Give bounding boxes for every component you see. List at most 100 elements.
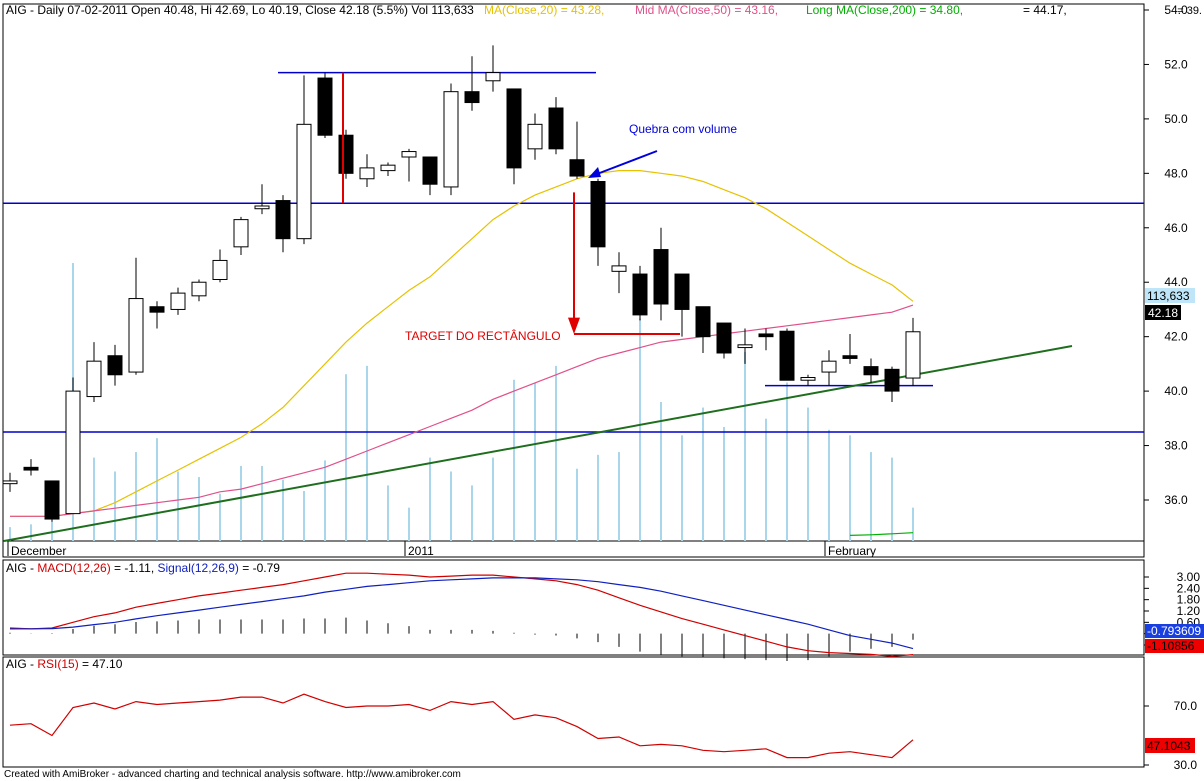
breakout-arrow-head — [588, 167, 601, 178]
header-corner-value: = 39. — [1177, 5, 1202, 17]
date-axis: December 2011 February — [7, 541, 876, 558]
candle-body — [359, 167, 375, 180]
rsi-title: AIG - RSI(15) = 47.10 — [6, 657, 123, 671]
volume-bar — [492, 457, 494, 541]
candle-body — [107, 355, 123, 376]
ma-line-2 — [849, 532, 914, 536]
volume-bar — [345, 374, 347, 541]
date-tick-label: February — [828, 544, 876, 558]
header-ma-mid: Mid MA(Close,50) = 43.16, — [635, 3, 778, 17]
header-info: AIG - Daily 07-02-2011 Open 40.48, Hi 42… — [6, 3, 474, 17]
candle-body — [737, 344, 753, 349]
volume-bar — [786, 382, 788, 541]
signal-badge: -0.793609 — [1147, 624, 1201, 638]
candle-body — [254, 205, 270, 210]
candle-body — [317, 77, 333, 136]
price-tick-label: 52.0 — [1164, 57, 1188, 71]
candle-body — [506, 88, 522, 169]
candle-body — [863, 366, 879, 376]
macd-symbol: AIG — [6, 561, 27, 575]
candle-body — [191, 281, 207, 297]
volume-bar — [156, 438, 158, 541]
rsi-tick-label: 30.0 — [1174, 758, 1198, 772]
candle-body — [170, 292, 186, 310]
rsi-panel: 70.0 30.0 47.1043 — [9, 693, 1198, 772]
candle-body — [758, 333, 774, 338]
volume-bar — [93, 457, 95, 541]
candle-body — [590, 181, 606, 248]
volume-bar — [135, 452, 137, 541]
price-tick-label: 48.0 — [1164, 166, 1188, 180]
candle-body — [86, 360, 102, 398]
target-arrow-head — [568, 317, 580, 334]
volume-bar — [912, 507, 914, 541]
macd-title: AIG - MACD(12,26) = -1.11, Signal(12,26,… — [6, 561, 280, 575]
candle-body — [233, 219, 249, 248]
candle-body — [422, 156, 438, 185]
volume-bar — [30, 524, 32, 541]
volume-bar — [723, 427, 725, 541]
volume-bar — [681, 435, 683, 541]
volume-bar — [828, 429, 830, 541]
candle-body — [128, 298, 144, 373]
candle-body — [569, 159, 585, 177]
volume-badge: 113,633 — [1147, 289, 1190, 303]
volume-bar — [177, 471, 179, 541]
candle-body — [2, 480, 18, 485]
candle-body — [653, 249, 669, 305]
candle-body — [212, 259, 228, 281]
candle-body — [401, 151, 417, 158]
ma-line-0 — [10, 170, 914, 517]
candle-body — [842, 355, 858, 359]
volume-bar — [849, 435, 851, 541]
candle-body — [800, 377, 816, 381]
header-ma-short: MA(Close,20) = 43.28, — [484, 3, 604, 17]
date-tick-label: 2011 — [408, 544, 434, 558]
volume-bar — [198, 477, 200, 541]
volume-bar — [744, 351, 746, 541]
price-tick-label: 44.0 — [1164, 275, 1188, 289]
volume-bar — [639, 318, 641, 541]
volume-bar — [765, 418, 767, 541]
volume-bar — [324, 460, 326, 541]
candle-body — [716, 322, 732, 354]
candle-body — [821, 360, 837, 373]
date-tick-label: December — [11, 544, 66, 558]
candle-body — [65, 390, 81, 515]
volume-bar — [471, 485, 473, 541]
signal-label: Signal(12,26,9) — [158, 561, 239, 575]
header-extra: = 44.17, — [1023, 3, 1067, 17]
rsi-badge: 47.1043 — [1147, 739, 1191, 753]
price-tick-label: 50.0 — [1164, 112, 1188, 126]
volume-bar — [660, 402, 662, 541]
candle-body — [380, 164, 396, 172]
volume-bar — [513, 379, 515, 541]
volume-bar — [891, 457, 893, 541]
candle-body — [548, 107, 564, 150]
header-ma-long: Long MA(Close,200) = 34.80, — [806, 3, 963, 17]
volume-bar — [114, 471, 116, 541]
volume-bar — [261, 465, 263, 541]
candles — [2, 45, 921, 522]
candle-body — [296, 123, 312, 240]
volume-bar — [870, 452, 872, 541]
candle-body — [611, 265, 627, 272]
chart: 36.038.040.042.044.046.048.050.052.054.0… — [2, 3, 1204, 780]
macd-badge: -1.10856 — [1147, 639, 1195, 653]
candle-body — [884, 368, 900, 392]
rsi-panel-frame — [2, 656, 1145, 768]
rsi-tick-label: 70.0 — [1174, 699, 1198, 713]
volume-bar — [366, 365, 368, 541]
price-tick-label: 40.0 — [1164, 384, 1188, 398]
volume-bar — [408, 507, 410, 541]
volume-bars — [9, 263, 914, 541]
rsi-symbol: AIG — [6, 657, 27, 671]
volume-bar — [450, 471, 452, 541]
price-axis: 36.038.040.042.044.046.048.050.052.054.0 — [1144, 3, 1188, 507]
macd-line-0 — [9, 572, 914, 657]
candle-body — [905, 331, 921, 379]
candle-body — [275, 200, 291, 240]
volume-bar — [429, 457, 431, 541]
volume-bar — [597, 454, 599, 541]
candle-body — [632, 273, 648, 316]
